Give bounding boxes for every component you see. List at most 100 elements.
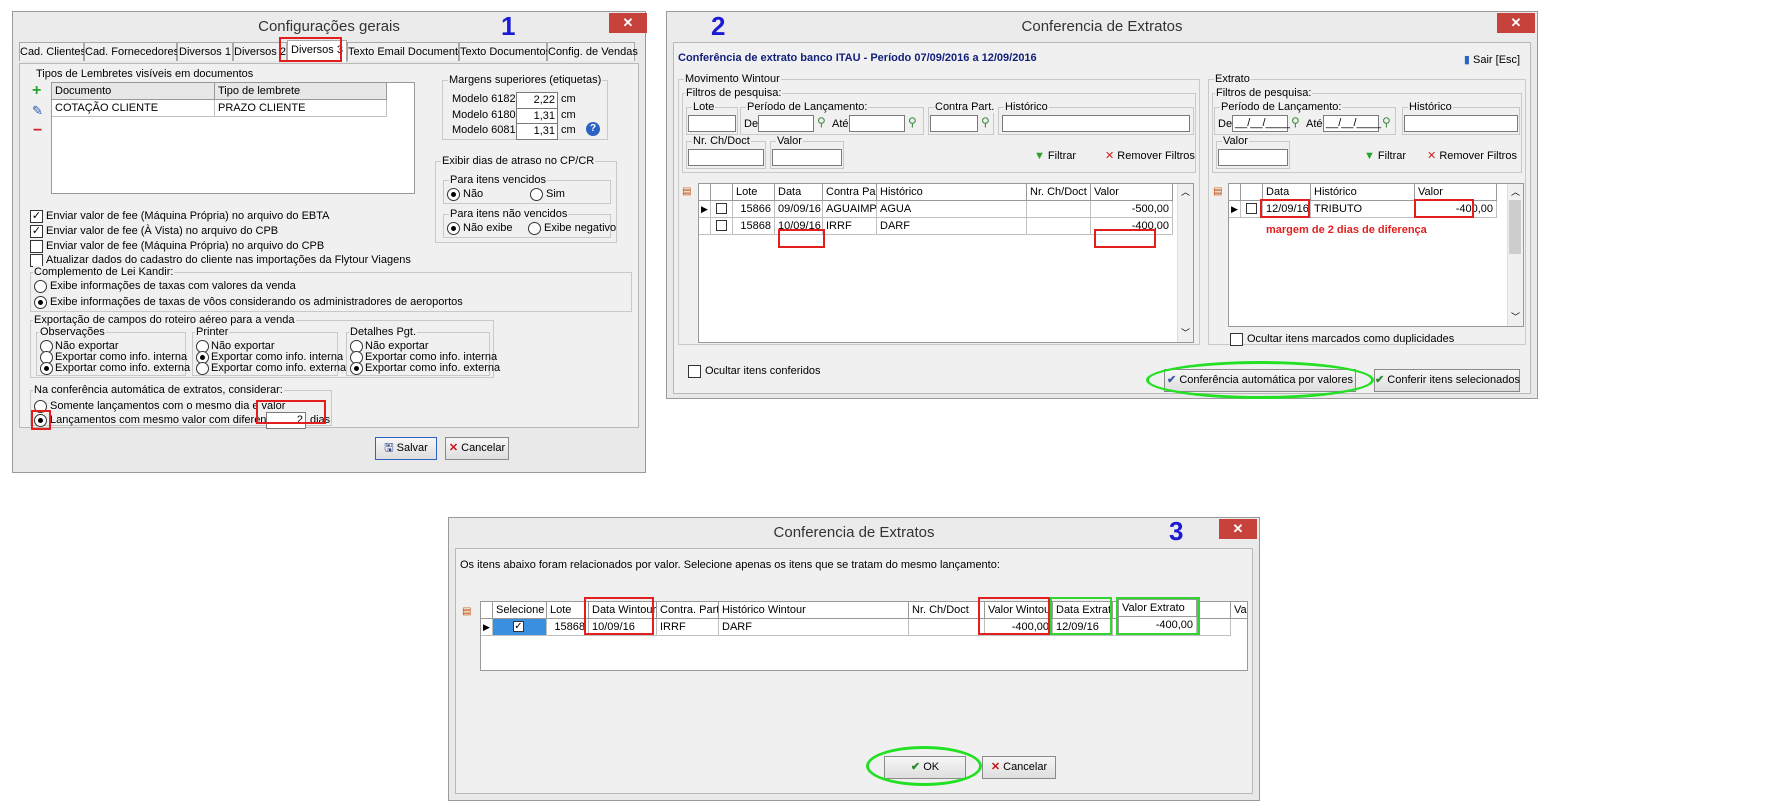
col-header-historico[interactable]: Histórico: [877, 184, 1027, 201]
col-header-nrch[interactable]: Nr. Ch/Doct: [1027, 184, 1091, 201]
lote-input[interactable]: [688, 115, 736, 132]
tab-config-vendas[interactable]: Config. de Vendas: [547, 42, 638, 61]
movimento-label: Movimento Wintour: [684, 73, 781, 85]
scroll-up-icon[interactable]: ︿: [1511, 185, 1520, 199]
search-icon[interactable]: ⚲: [817, 115, 826, 129]
ocultar-duplicidades-checkbox[interactable]: [1230, 333, 1243, 346]
cancel-button[interactable]: ✕ Cancelar: [982, 756, 1056, 779]
radio-kandir-valores[interactable]: [34, 280, 47, 293]
close-icon[interactable]: ✕: [1497, 13, 1535, 33]
wintour-grid[interactable]: Lote Data Contra Part. Histórico Nr. Ch/…: [698, 183, 1194, 343]
remove-icon[interactable]: −: [33, 123, 42, 139]
conferencia-body: Conferência de extrato banco ITAU - Perí…: [673, 42, 1531, 399]
grid-options-icon[interactable]: ▤: [462, 605, 471, 619]
table-row-check[interactable]: [711, 218, 733, 235]
checkbox-fee-ebta[interactable]: ✓: [30, 210, 43, 223]
tab-cad-fornecedores[interactable]: Cad. Fornecedores: [84, 42, 179, 61]
scroll-up-icon[interactable]: ︿: [1181, 185, 1190, 199]
close-icon[interactable]: ✕: [609, 13, 647, 33]
tab-diversos-1[interactable]: Diversos 1: [177, 42, 233, 61]
search-icon[interactable]: ⚲: [908, 115, 917, 129]
table-row-check[interactable]: [711, 201, 733, 218]
conferencia-label: Na conferência automática de extratos, c…: [33, 384, 284, 396]
search-icon[interactable]: ⚲: [1382, 115, 1391, 129]
col-header-data[interactable]: Data: [775, 184, 823, 201]
historico-input[interactable]: [1002, 115, 1190, 132]
table-cell[interactable]: COTAÇÃO CLIENTE: [52, 100, 215, 117]
nrch-input[interactable]: [688, 149, 764, 166]
date-to-input[interactable]: [849, 115, 905, 132]
table-cell: TRIBUTO: [1311, 201, 1415, 218]
row-checkbox[interactable]: [716, 220, 727, 231]
scroll-down-icon[interactable]: ﹀: [1511, 310, 1520, 324]
row-checkbox[interactable]: ✓: [513, 621, 524, 632]
scroll-down-icon[interactable]: ﹀: [1181, 326, 1190, 340]
save-button[interactable]: 🖫 Salvar: [375, 437, 437, 460]
table-cell[interactable]: PRAZO CLIENTE: [215, 100, 387, 117]
scrollbar-thumb[interactable]: [1509, 200, 1521, 254]
contra-input[interactable]: [930, 115, 978, 132]
radio-kandir-administradores[interactable]: [34, 296, 47, 309]
extrato-valor-input[interactable]: [1218, 149, 1288, 166]
row-checkbox[interactable]: [1246, 203, 1257, 214]
tab-texto-email[interactable]: Texto Email Documentos: [347, 42, 470, 61]
lembretes-grid[interactable]: Documento Tipo de lembrete COTAÇÃO CLIEN…: [51, 82, 415, 194]
extrato-remove-filters-button[interactable]: ✕ Remover Filtros: [1426, 145, 1518, 168]
search-icon[interactable]: ⚲: [981, 115, 990, 129]
close-icon[interactable]: ✕: [1219, 519, 1257, 539]
filter-button[interactable]: ▼ Filtrar: [1030, 145, 1080, 168]
radio-vencidos-nao[interactable]: [447, 188, 460, 201]
add-icon[interactable]: +: [32, 83, 41, 99]
col-header-valor-extrato[interactable]: Valor Extrato: [1231, 602, 1247, 619]
help-icon[interactable]: ?: [586, 122, 600, 136]
conferencia-window-title: Conferencia de Extratos: [667, 12, 1537, 42]
col-header-historico-wintour[interactable]: Histórico Wintour: [719, 602, 909, 619]
col-header-lote[interactable]: Lote: [547, 602, 589, 619]
margin-6081-input[interactable]: 1,31: [516, 123, 558, 140]
valor-input[interactable]: [772, 149, 842, 166]
col-header-nrch[interactable]: Nr. Ch/Doct: [909, 602, 985, 619]
door-icon: ▮: [1463, 54, 1470, 66]
radio-obs-externa[interactable]: [40, 362, 53, 375]
relacionados-window: Conferencia de Extratos ✕ 3 Os itens aba…: [448, 516, 1260, 801]
col-header-contra[interactable]: Contra Part.: [823, 184, 877, 201]
right-filters-label: Filtros de pesquisa:: [1215, 87, 1313, 99]
grid-options-icon[interactable]: ▤: [682, 185, 691, 199]
col-header-contra[interactable]: Contra. Part.: [657, 602, 719, 619]
checkbox-fee-avista-cpb[interactable]: ✓: [30, 225, 43, 238]
row-checkbox[interactable]: [716, 203, 727, 214]
radio-exibe-negativo[interactable]: [528, 222, 541, 235]
table-cell: IRRF: [823, 218, 877, 235]
radio-vencidos-sim[interactable]: [530, 188, 543, 201]
edit-icon[interactable]: ✎: [32, 104, 43, 118]
col-header-historico[interactable]: Histórico: [1311, 184, 1415, 201]
table-row-select[interactable]: ✓: [493, 619, 547, 636]
radio-printer-externa[interactable]: [196, 362, 209, 375]
radio-nao-exibe[interactable]: [447, 222, 460, 235]
checkbox-fee-maquina-cpb[interactable]: [30, 240, 43, 253]
ocultar-conferidos-checkbox[interactable]: [688, 365, 701, 378]
date-from-input[interactable]: [758, 115, 814, 132]
col-header-tipo-lembrete[interactable]: Tipo de lembrete: [215, 83, 387, 100]
margin-model-label: Modelo 6180: [452, 109, 516, 121]
grid-options-icon[interactable]: ▤: [1213, 185, 1222, 199]
extrato-historico-input[interactable]: [1404, 115, 1518, 132]
remove-filters-button[interactable]: ✕ Remover Filtros: [1104, 145, 1195, 168]
tab-texto-documentos[interactable]: Texto Documentos: [459, 42, 551, 61]
col-header-documento[interactable]: Documento: [52, 83, 215, 100]
conferir-selecionados-button[interactable]: ✔ Conferir itens selecionados: [1374, 369, 1520, 392]
tab-cad-clientes[interactable]: Cad. Clientes: [19, 42, 86, 61]
search-icon[interactable]: ⚲: [1291, 115, 1300, 129]
cancel-button[interactable]: ✕ Cancelar: [445, 437, 509, 460]
extrato-date-to[interactable]: __/__/____: [1323, 115, 1381, 132]
extrato-date-from[interactable]: __/__/____: [1232, 115, 1290, 132]
exit-button[interactable]: ▮ Sair [Esc]: [1458, 49, 1526, 72]
extrato-filter-button[interactable]: ▼ Filtrar: [1360, 145, 1410, 168]
conferir-selecionados-label: Conferir itens selecionados: [1387, 374, 1520, 386]
col-header-valor[interactable]: Valor: [1091, 184, 1173, 201]
vertical-scrollbar[interactable]: [1177, 184, 1193, 342]
radio-detalhes-externa[interactable]: [350, 362, 363, 375]
col-header-lote[interactable]: Lote: [733, 184, 775, 201]
margin-6182-input[interactable]: 2,22: [516, 92, 558, 109]
col-header-selecione[interactable]: Selecione: [493, 602, 547, 619]
